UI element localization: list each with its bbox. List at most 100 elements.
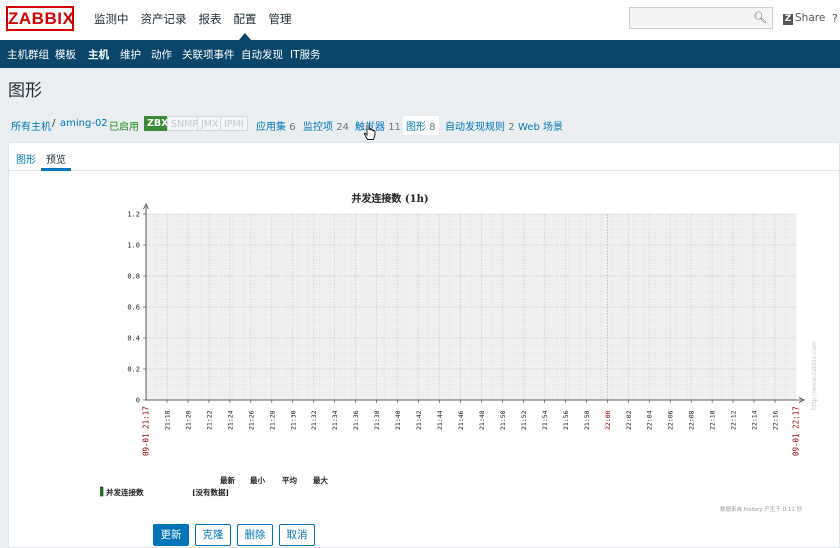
submenu-maintenance[interactable]: 维护 xyxy=(120,47,141,62)
legend-header-max: 最大 xyxy=(313,475,328,485)
share-button[interactable]: Z Share xyxy=(783,12,825,25)
x-tick-label: 21:46 xyxy=(457,410,465,430)
search-icon[interactable]: 🔍︎ xyxy=(753,11,767,24)
nav-triggers[interactable]: 触发器 11 xyxy=(355,118,401,133)
menu-monitoring[interactable]: 监测中 xyxy=(88,11,135,27)
submenu-it-services[interactable]: IT服务 xyxy=(290,47,321,62)
share-label: Share xyxy=(795,12,826,24)
x-tick-label: 21:40 xyxy=(394,410,402,430)
x-tick-label: 21:32 xyxy=(310,410,318,430)
breadcrumb-separator: / xyxy=(52,118,56,129)
y-tick-label: 0 xyxy=(136,397,140,405)
x-tick-label: 21:44 xyxy=(436,410,444,430)
legend-header-min: 最小 xyxy=(250,475,265,485)
nav-triggers-count: 11 xyxy=(388,122,401,133)
x-tick-label: 21:50 xyxy=(499,410,507,430)
submenu-actions[interactable]: 动作 xyxy=(151,47,172,62)
legend-header-last: 最新 xyxy=(220,475,235,485)
nav-items-label: 监控项 xyxy=(303,122,333,133)
x-tick-label: 21:38 xyxy=(373,410,381,430)
graph-preview-chart: 1.2 1.0 0.8 0.6 0.4 0.2 0 21:18 21:20 21:22 21:24… xyxy=(100,192,818,513)
interface-ipmi-badge: IPMI xyxy=(220,116,248,131)
chart-watermark: http://www.zabbix.com xyxy=(811,341,818,410)
x-tick-label: 21:42 xyxy=(415,410,423,430)
search-input[interactable]: 🔍︎ xyxy=(629,7,773,29)
x-tick-label: 21:34 xyxy=(331,410,339,430)
page-title: 图形 xyxy=(8,81,42,101)
host-navigation: 所有主机 / aming-02 已启用 ZBX SNMP JMX IPMI 应用… xyxy=(0,112,840,136)
submenu-hosts[interactable]: 主机 xyxy=(88,47,109,62)
chart-legend: 最新 最小 平均 最大 并发连接数 [没有数据] xyxy=(100,475,328,497)
legend-series-status: [没有数据] xyxy=(192,487,229,497)
y-tick-label: 0.6 xyxy=(127,304,140,312)
menu-configuration[interactable]: 配置 xyxy=(228,11,263,40)
nav-applications-label: 应用集 xyxy=(256,122,286,133)
y-tick-label: 0.2 xyxy=(127,366,140,374)
x-tick-label: 22:08 xyxy=(688,410,696,430)
menu-reports[interactable]: 报表 xyxy=(193,11,228,27)
cancel-button[interactable]: 取消 xyxy=(279,524,315,546)
x-tick-label: 21:26 xyxy=(247,410,255,430)
x-tick-label: 22:04 xyxy=(646,410,654,430)
legend-series-name: 并发连接数 xyxy=(106,487,144,497)
submenu-discovery[interactable]: 自动发现 xyxy=(241,47,283,62)
x-tick-label: 21:18 xyxy=(163,410,171,430)
config-sub-menu: 主机群组 模板 主机 维护 动作 关联项事件 自动发现 IT服务 xyxy=(0,40,840,68)
y-tick-label: 0.4 xyxy=(127,335,140,343)
legend-series-swatch xyxy=(100,486,104,497)
nav-applications-count: 6 xyxy=(289,122,296,133)
delete-button[interactable]: 删除 xyxy=(237,524,273,546)
top-menu: 监测中 资产记录 报表 配置 管理 xyxy=(88,11,298,40)
submenu-host-groups[interactable]: 主机群组 xyxy=(7,47,49,62)
x-end-label: 09-01 22:17 xyxy=(792,406,801,456)
x-tick-label: 21:48 xyxy=(478,410,486,430)
x-tick-label: 22:14 xyxy=(751,410,759,430)
x-tick-label: 21:30 xyxy=(289,410,297,430)
y-tick-label: 1.0 xyxy=(127,242,140,250)
x-tick-label: 22:06 xyxy=(667,410,675,430)
nav-web-scenarios[interactable]: Web 场景 xyxy=(518,118,563,133)
nav-graphs[interactable]: 图形 8 xyxy=(403,116,439,135)
breadcrumb-host[interactable]: aming-02 xyxy=(60,118,108,129)
x-tick-label: 21:54 xyxy=(541,410,549,430)
tab-bar: 图形 预览 xyxy=(9,143,839,171)
hand-cursor-icon xyxy=(364,125,376,140)
x-tick-label: 21:20 xyxy=(184,410,192,430)
x-tick-label: 22:12 xyxy=(730,410,738,430)
tab-graph[interactable]: 图形 xyxy=(16,151,36,166)
breadcrumb-all-hosts[interactable]: 所有主机 xyxy=(11,118,51,133)
share-icon: Z xyxy=(783,14,793,25)
x-tick-label: 21:56 xyxy=(562,410,570,430)
y-tick-label: 1.2 xyxy=(127,211,140,219)
x-tick-label: 22:16 xyxy=(772,410,780,430)
x-tick-label: 22:02 xyxy=(625,410,633,430)
x-tick-label: 21:36 xyxy=(352,410,360,430)
clone-button[interactable]: 克隆 xyxy=(195,524,231,546)
x-tick-label: 21:28 xyxy=(268,410,276,430)
nav-items-count: 24 xyxy=(336,122,349,133)
nav-discovery-rules[interactable]: 自动发现规则 2 xyxy=(445,118,515,133)
interface-jmx-badge: JMX xyxy=(197,116,223,131)
menu-administration[interactable]: 管理 xyxy=(263,11,298,27)
chart-title: 并发连接数 (1h) xyxy=(351,192,428,205)
update-button[interactable]: 更新 xyxy=(153,524,189,546)
top-bar: ZABBIX 监测中 资产记录 报表 配置 管理 🔍︎ Z Share ? xyxy=(0,0,840,40)
nav-discovery-count: 2 xyxy=(508,122,515,133)
chart-footer-note: 数据来自 history 产生于 0.11 秒 xyxy=(720,505,803,513)
nav-items[interactable]: 监控项 24 xyxy=(303,118,349,133)
legend-header-avg: 平均 xyxy=(282,475,297,485)
x-start-label: 09-01 21:17 xyxy=(142,406,151,456)
submenu-correlation[interactable]: 关联项事件 xyxy=(182,47,235,62)
nav-graphs-count: 8 xyxy=(429,122,436,133)
zabbix-logo[interactable]: ZABBIX xyxy=(6,6,74,31)
x-tick-label: 22:00 xyxy=(604,410,612,430)
nav-applications[interactable]: 应用集 6 xyxy=(256,118,296,133)
menu-inventory[interactable]: 资产记录 xyxy=(135,11,193,27)
nav-graphs-label: 图形 xyxy=(406,122,426,133)
x-tick-label: 21:24 xyxy=(226,410,234,430)
help-icon[interactable]: ? xyxy=(832,12,838,25)
submenu-templates[interactable]: 模板 xyxy=(55,47,76,62)
tab-preview[interactable]: 预览 xyxy=(41,151,71,171)
y-tick-label: 0.8 xyxy=(127,273,140,281)
host-status[interactable]: 已启用 xyxy=(109,118,139,133)
